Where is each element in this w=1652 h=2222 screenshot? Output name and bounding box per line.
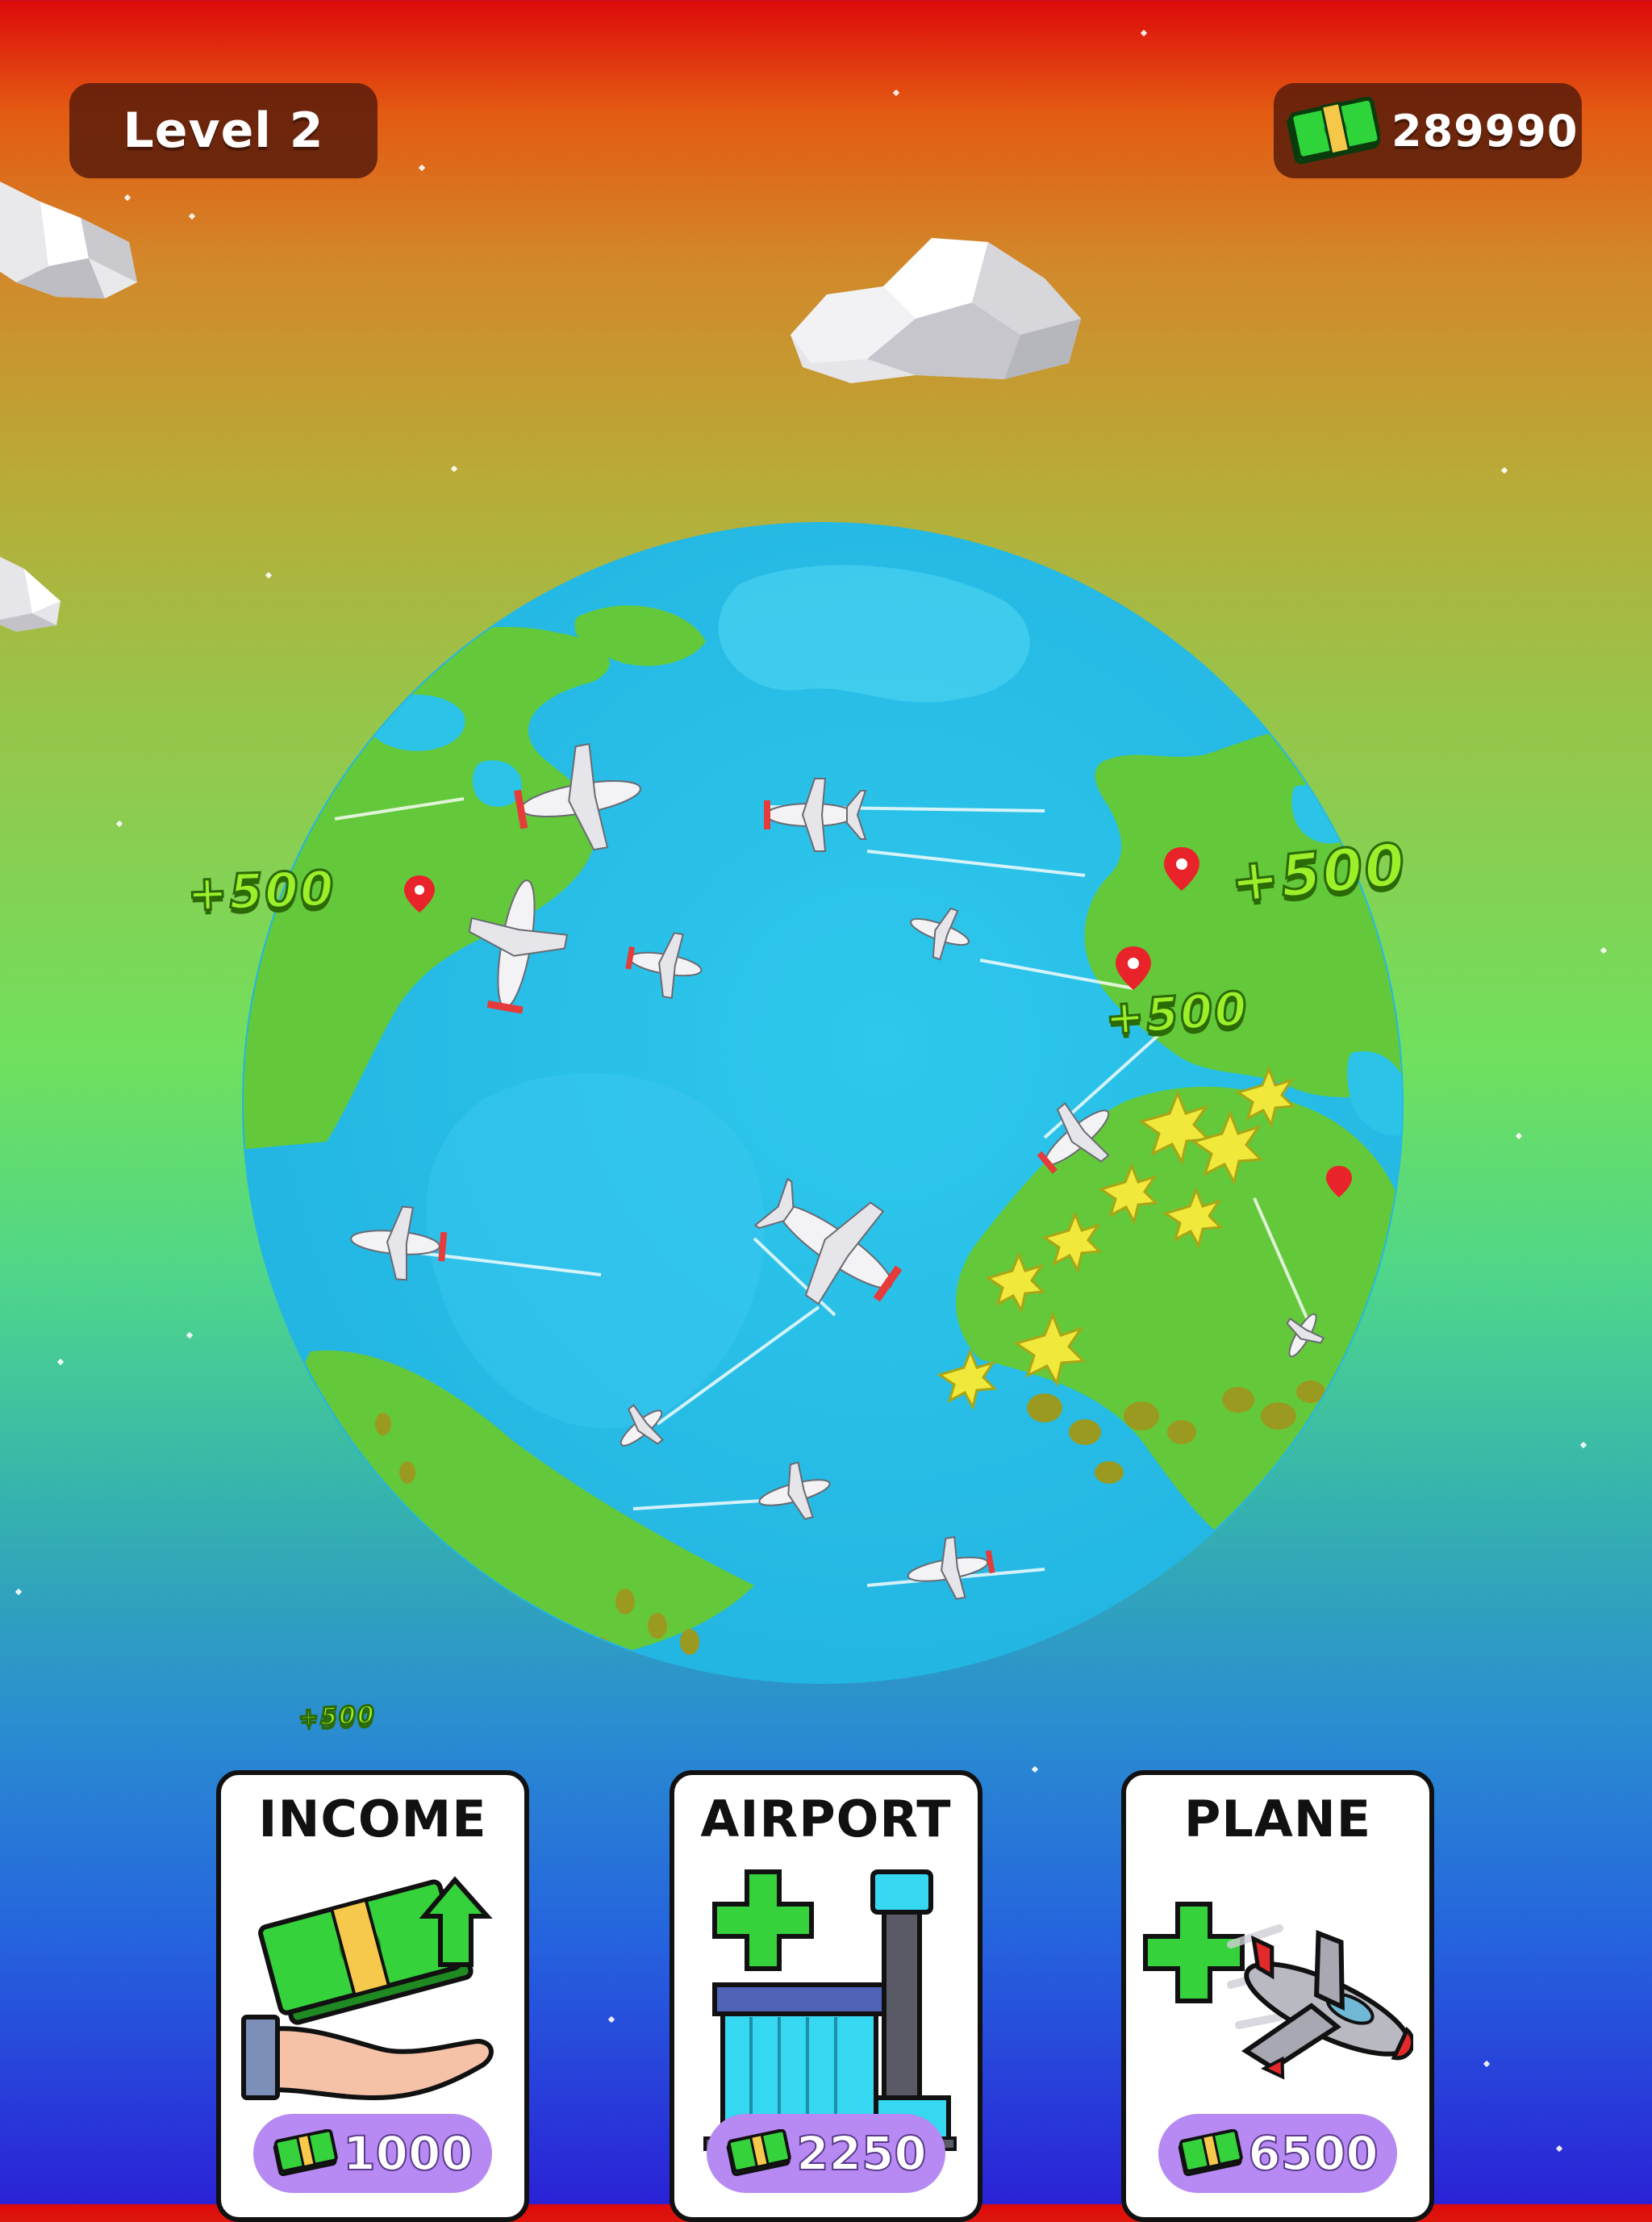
income-upgrade-card[interactable]: INCOME 1000: [216, 1770, 529, 2222]
cash-counter: 289990: [1274, 83, 1582, 178]
card-title: INCOME: [258, 1790, 487, 1848]
reward-popup: +500: [297, 1700, 378, 1733]
reward-popup: +500: [1102, 979, 1251, 1046]
level-label: Level 2: [123, 102, 324, 159]
cash-stack-icon: [1287, 97, 1380, 165]
card-title: AIRPORT: [700, 1790, 952, 1848]
card-title: PLANE: [1183, 1790, 1372, 1848]
cloud-center: [791, 238, 1081, 383]
reward-popup: +500: [185, 859, 337, 923]
plane-price: 6500: [1247, 2125, 1379, 2182]
plane-price-button[interactable]: 6500: [1158, 2114, 1397, 2193]
income-price-button[interactable]: 1000: [253, 2114, 492, 2193]
cash-icon: [1179, 2129, 1244, 2177]
cash-icon: [273, 2129, 339, 2177]
income-price: 1000: [342, 2125, 473, 2182]
cash-amount: 289990: [1391, 105, 1579, 157]
level-indicator: Level 2: [69, 83, 378, 178]
cash-icon: [727, 2129, 792, 2177]
plane-upgrade-card[interactable]: PLANE 6500: [1121, 1770, 1434, 2222]
cloud-left-edge: [0, 557, 60, 632]
airport-upgrade-card[interactable]: AIRPORT 2250: [670, 1770, 982, 2222]
airport-price: 2250: [795, 2125, 927, 2182]
airport-price-button[interactable]: 2250: [707, 2114, 945, 2193]
world-globe[interactable]: [238, 520, 1408, 1686]
